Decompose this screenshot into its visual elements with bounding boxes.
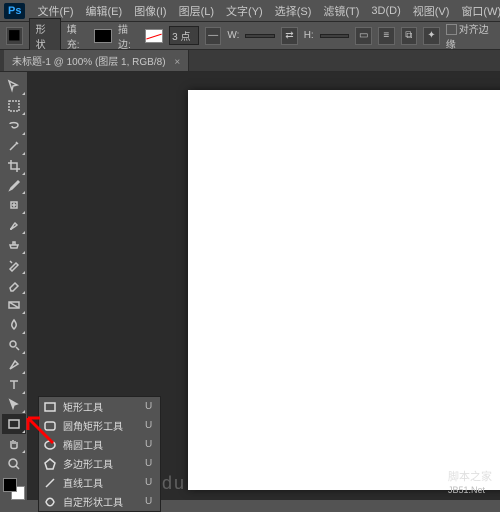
- eraser-tool[interactable]: [2, 275, 26, 295]
- pen-tool[interactable]: [2, 355, 26, 375]
- ellipse-tool[interactable]: 椭圆工具 U: [39, 435, 160, 454]
- tools-panel: [0, 72, 28, 500]
- shortcut: U: [129, 420, 152, 431]
- h-label: H:: [304, 30, 314, 41]
- tool-preset-icon[interactable]: [6, 27, 23, 45]
- clone-stamp-tool[interactable]: [2, 235, 26, 255]
- fill-label: 填充:: [67, 21, 88, 51]
- mode-select[interactable]: 形状: [29, 18, 61, 54]
- shortcut: U: [129, 496, 152, 507]
- blur-tool[interactable]: [2, 315, 26, 335]
- shape-tool-flyout: 矩形工具 U 圆角矩形工具 U 椭圆工具 U 多边形工具 U 直线工具 U 自定…: [38, 396, 161, 512]
- shortcut: U: [129, 439, 152, 450]
- brush-tool[interactable]: [2, 215, 26, 235]
- line-icon: [43, 476, 57, 490]
- zoom-tool[interactable]: [2, 454, 26, 474]
- close-icon[interactable]: ×: [174, 57, 180, 68]
- gradient-tool[interactable]: [2, 295, 26, 315]
- type-tool[interactable]: [2, 375, 26, 395]
- options-bar: 形状 填充: 描边: 3 点 — W: ⇄ H: ▭ ≡ ⧉ ✦ 对齐边缘: [0, 22, 500, 50]
- line-tool[interactable]: 直线工具 U: [39, 473, 160, 492]
- menu-select[interactable]: 选择(S): [269, 3, 318, 19]
- menu-file[interactable]: 文件(F): [31, 3, 79, 19]
- stroke-style-icon[interactable]: —: [205, 27, 222, 45]
- width-input[interactable]: [245, 34, 275, 38]
- magic-wand-tool[interactable]: [2, 136, 26, 156]
- flyout-label: 直线工具: [63, 475, 103, 490]
- shortcut: U: [129, 458, 152, 469]
- link-wh-icon[interactable]: ⇄: [281, 27, 298, 45]
- move-tool[interactable]: [2, 76, 26, 96]
- foreground-color[interactable]: [3, 478, 17, 492]
- align-edges-checkbox[interactable]: 对齐边缘: [446, 21, 494, 51]
- canvas[interactable]: [188, 90, 500, 490]
- lasso-tool[interactable]: [2, 116, 26, 136]
- shortcut: U: [129, 477, 152, 488]
- document-tab[interactable]: 未标题-1 @ 100% (图层 1, RGB/8) ×: [4, 50, 189, 71]
- dodge-tool[interactable]: [2, 335, 26, 355]
- flyout-label: 矩形工具: [63, 399, 103, 414]
- tab-title: 未标题-1 @ 100% (图层 1, RGB/8): [12, 57, 166, 68]
- rounded-rectangle-icon: [43, 419, 57, 433]
- marquee-tool[interactable]: [2, 96, 26, 116]
- rectangle-icon: [43, 400, 57, 414]
- menu-layer[interactable]: 图层(L): [173, 3, 220, 19]
- polygon-tool[interactable]: 多边形工具 U: [39, 454, 160, 473]
- rectangle-tool[interactable]: 矩形工具 U: [39, 397, 160, 416]
- healing-brush-tool[interactable]: [2, 195, 26, 215]
- height-input[interactable]: [320, 34, 350, 38]
- flyout-label: 椭圆工具: [63, 437, 103, 452]
- crop-tool[interactable]: [2, 156, 26, 176]
- path-ops-icon[interactable]: ▭: [355, 27, 372, 45]
- w-label: W:: [227, 30, 239, 41]
- menu-edit[interactable]: 编辑(E): [80, 3, 129, 19]
- menu-window[interactable]: 窗口(W): [455, 3, 500, 19]
- menu-view[interactable]: 视图(V): [407, 3, 456, 19]
- polygon-icon: [43, 457, 57, 471]
- path-selection-tool[interactable]: [2, 395, 26, 415]
- app-logo: Ps: [4, 3, 25, 19]
- arrange-icon[interactable]: ⧉: [401, 27, 418, 45]
- document-tabs: 未标题-1 @ 100% (图层 1, RGB/8) ×: [0, 50, 500, 72]
- stroke-width-input[interactable]: 3 点: [169, 26, 199, 45]
- fill-swatch[interactable]: [94, 29, 112, 43]
- hand-tool[interactable]: [2, 434, 26, 454]
- history-brush-tool[interactable]: [2, 255, 26, 275]
- shape-tool[interactable]: [2, 414, 26, 434]
- menu-3d[interactable]: 3D(D): [365, 5, 406, 17]
- stroke-label: 描边:: [118, 21, 139, 51]
- custom-shape-tool[interactable]: 自定形状工具 U: [39, 492, 160, 511]
- shortcut: U: [129, 401, 152, 412]
- stroke-swatch[interactable]: [145, 29, 163, 43]
- rounded-rectangle-tool[interactable]: 圆角矩形工具 U: [39, 416, 160, 435]
- custom-shape-icon: [43, 495, 57, 509]
- flyout-label: 自定形状工具: [63, 494, 123, 509]
- align-icon[interactable]: ≡: [378, 27, 395, 45]
- menu-image[interactable]: 图像(I): [128, 3, 172, 19]
- flyout-label: 圆角矩形工具: [63, 418, 123, 433]
- flyout-label: 多边形工具: [63, 456, 113, 471]
- gear-icon[interactable]: ✦: [423, 27, 440, 45]
- color-wells[interactable]: [3, 478, 25, 500]
- menu-filter[interactable]: 滤镜(T): [317, 3, 365, 19]
- eyedropper-tool[interactable]: [2, 176, 26, 196]
- menubar: Ps 文件(F) 编辑(E) 图像(I) 图层(L) 文字(Y) 选择(S) 滤…: [0, 0, 500, 22]
- ellipse-icon: [43, 438, 57, 452]
- menu-type[interactable]: 文字(Y): [220, 3, 269, 19]
